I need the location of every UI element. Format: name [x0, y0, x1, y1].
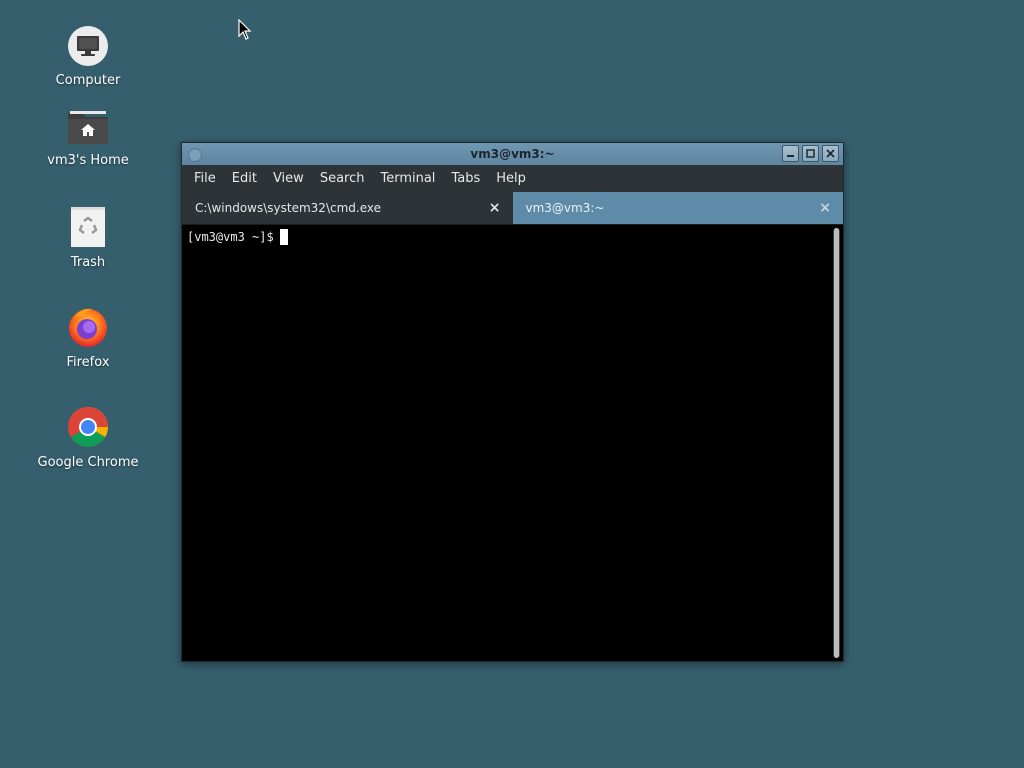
- mouse-pointer-icon: [238, 19, 252, 40]
- menu-edit[interactable]: Edit: [224, 171, 265, 186]
- chrome-icon: [68, 407, 108, 447]
- menu-bar: File Edit View Search Terminal Tabs Help: [182, 165, 843, 192]
- terminal-window[interactable]: vm3@vm3:~ File Edit View Search Terminal…: [181, 142, 844, 662]
- close-button[interactable]: [822, 145, 839, 162]
- menu-search[interactable]: Search: [312, 171, 373, 186]
- terminal-scrollbar[interactable]: [833, 228, 840, 658]
- computer-icon: [68, 26, 108, 66]
- tab-cmd[interactable]: C:\windows\system32\cmd.exe ×: [182, 192, 513, 224]
- menu-terminal[interactable]: Terminal: [372, 171, 443, 186]
- desktop-icon-computer[interactable]: Computer: [28, 25, 148, 88]
- desktop-icon-label: Firefox: [66, 355, 110, 370]
- shell-prompt: [vm3@vm3 ~]$: [187, 230, 274, 244]
- desktop-icon-trash[interactable]: Trash: [28, 205, 148, 270]
- trash-icon: [71, 207, 105, 247]
- desktop-icon-home[interactable]: vm3's Home: [28, 107, 148, 168]
- tab-close-button[interactable]: ×: [819, 200, 831, 216]
- minimize-icon: [787, 155, 794, 157]
- menu-tabs[interactable]: Tabs: [443, 171, 488, 186]
- tab-vm3[interactable]: vm3@vm3:~ ×: [512, 192, 843, 224]
- maximize-button[interactable]: [802, 145, 819, 162]
- home-folder-icon: [68, 111, 108, 144]
- maximize-icon: [806, 149, 815, 158]
- tab-label: C:\windows\system32\cmd.exe: [195, 201, 381, 215]
- firefox-icon: [69, 308, 107, 347]
- prompt-line: [vm3@vm3 ~]$: [187, 229, 288, 245]
- desktop-icon-chrome[interactable]: Google Chrome: [28, 405, 148, 470]
- tab-close-button[interactable]: ×: [489, 200, 501, 216]
- menu-help[interactable]: Help: [488, 171, 534, 186]
- desktop-icon-firefox[interactable]: Firefox: [28, 305, 148, 370]
- terminal-area[interactable]: [vm3@vm3 ~]$: [182, 225, 843, 661]
- terminal-app-icon: [188, 148, 202, 162]
- close-icon: [826, 149, 835, 158]
- minimize-button[interactable]: [782, 145, 799, 162]
- text-cursor: [279, 229, 288, 245]
- desktop-icon-label: Google Chrome: [37, 455, 139, 470]
- tab-label: vm3@vm3:~: [525, 201, 605, 215]
- desktop-icon-label: Trash: [70, 255, 106, 270]
- scrollbar-thumb[interactable]: [834, 228, 839, 658]
- menu-file[interactable]: File: [186, 171, 224, 186]
- desktop-icon-label: Computer: [55, 73, 121, 88]
- desktop-icon-label: vm3's Home: [47, 153, 129, 168]
- tab-bar: C:\windows\system32\cmd.exe × vm3@vm3:~ …: [182, 192, 843, 225]
- window-titlebar[interactable]: vm3@vm3:~: [182, 143, 843, 165]
- menu-view[interactable]: View: [265, 171, 312, 186]
- window-title: vm3@vm3:~: [470, 147, 555, 161]
